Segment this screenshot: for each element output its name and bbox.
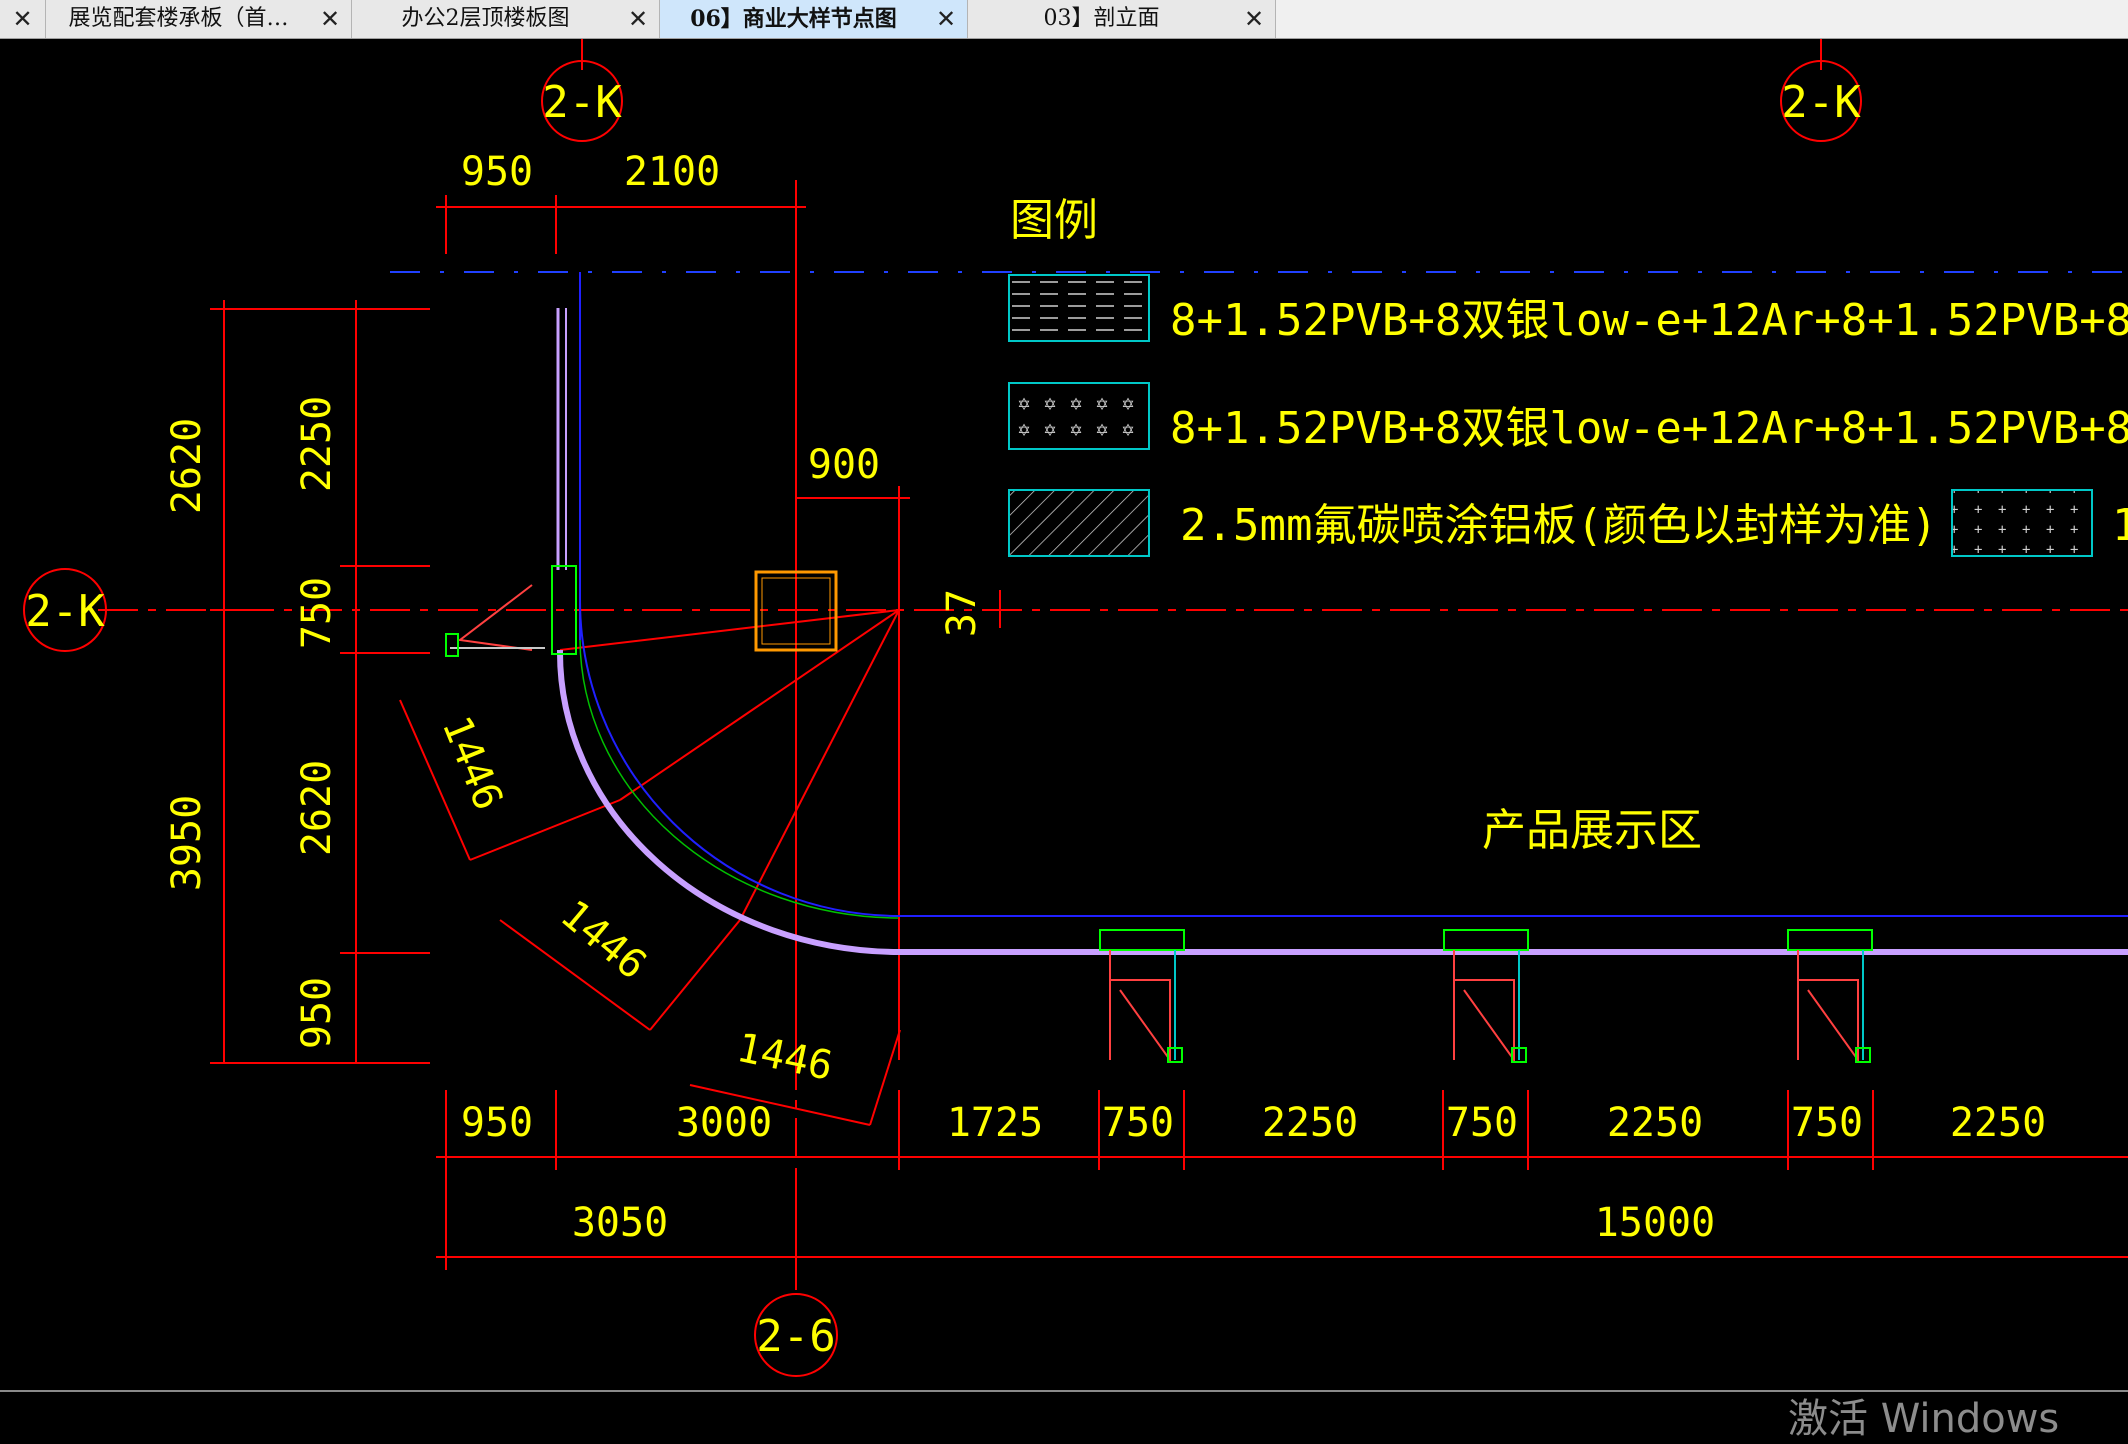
dim-text: 3000 bbox=[676, 1100, 772, 1146]
windows-activation-watermark: 激活 Windows bbox=[1788, 1396, 2060, 1442]
legend-item-3: 2.5mm氟碳喷涂铝板(颜色以封样为准) bbox=[1180, 500, 1937, 551]
legend-swatch-2 bbox=[1008, 382, 1150, 450]
tab-drawing-3[interactable]: 06】商业大样节点图 ✕ bbox=[660, 0, 968, 38]
bracket-3 bbox=[1787, 929, 1873, 1064]
bracket-2 bbox=[1443, 929, 1529, 1064]
dim-text: 1446 bbox=[733, 1025, 837, 1090]
dim-text: 900 bbox=[808, 442, 880, 488]
cad-drawing-canvas[interactable]: ✡ + 2-K 2-K 2-K 2-6 bbox=[0, 39, 2128, 1390]
dim-text: 2250 bbox=[1950, 1100, 2046, 1146]
dim-text: 1446 bbox=[552, 891, 655, 988]
legend-item-2: 8+1.52PVB+8双银low-e+12Ar+8+1.52PVB+8双夹层超白… bbox=[1170, 403, 2128, 454]
dim-text: 2620 bbox=[294, 760, 340, 856]
legend-swatch-1 bbox=[1008, 274, 1150, 342]
curtain-wall bbox=[556, 272, 2128, 955]
tab-drawing-2[interactable]: 办公2层顶楼板图 ✕ bbox=[352, 0, 660, 38]
tab-label: 03】剖立面 bbox=[1043, 6, 1160, 31]
area-label: 产品展示区 bbox=[1482, 805, 1702, 856]
dim-text: 1725 bbox=[947, 1100, 1043, 1146]
dim-text: 750 bbox=[294, 577, 340, 649]
legend-swatch-3 bbox=[1008, 489, 1150, 557]
close-icon[interactable]: ✕ bbox=[625, 0, 651, 38]
dim-text: 2100 bbox=[624, 149, 720, 195]
dim-text: 15000 bbox=[1595, 1200, 1715, 1246]
close-icon[interactable]: ✕ bbox=[1241, 0, 1267, 38]
axis-label: 2-K bbox=[25, 586, 105, 637]
legend-swatch-4 bbox=[1951, 489, 2093, 557]
axis-bubble-2k-top-left: 2-K bbox=[541, 60, 623, 142]
tab-drawing-1[interactable]: 展览配套楼承板（首… ✕ bbox=[46, 0, 352, 38]
axis-label: 2-K bbox=[1781, 77, 1861, 128]
tab-drawing-4[interactable]: 03】剖立面 ✕ bbox=[968, 0, 1276, 38]
axis-label: 2-6 bbox=[756, 1311, 835, 1362]
dim-text: 2620 bbox=[164, 418, 210, 514]
legend-item-1: 8+1.52PVB+8双银low-e+12Ar+8+1.52PVB+8双夹 bbox=[1170, 295, 2128, 346]
close-icon[interactable]: ✕ bbox=[317, 0, 343, 38]
dim-text: 37 bbox=[939, 589, 985, 637]
close-icon[interactable]: ✕ bbox=[933, 0, 959, 38]
dim-text: 750 bbox=[1791, 1100, 1863, 1146]
dim-text: 950 bbox=[461, 149, 533, 195]
dim-text: 3950 bbox=[164, 795, 210, 891]
dim-text: 950 bbox=[294, 977, 340, 1049]
tab-label: 展览配套楼承板（首… bbox=[68, 6, 289, 31]
bracket-1 bbox=[1099, 929, 1185, 1064]
axis-bubble-26-bottom: 2-6 bbox=[754, 1293, 838, 1377]
legend-item-4: 1 bbox=[2112, 500, 2128, 551]
axis-bubble-2k-top-right: 2-K bbox=[1780, 60, 1862, 142]
close-icon[interactable]: ✕ bbox=[0, 0, 46, 38]
dim-text: 3050 bbox=[572, 1200, 668, 1246]
drawing-tab-bar: ✕ 展览配套楼承板（首… ✕ 办公2层顶楼板图 ✕ 06】商业大样节点图 ✕ 0… bbox=[0, 0, 2128, 39]
dim-text: 2250 bbox=[294, 396, 340, 492]
legend: 图例 8+1.52PVB+8双银low-e+12Ar+8+1.52PVB+8双夹… bbox=[1008, 195, 2128, 557]
dim-text: 2250 bbox=[1607, 1100, 1703, 1146]
legend-title: 图例 bbox=[1010, 195, 1098, 246]
dim-text: 950 bbox=[461, 1100, 533, 1146]
dim-text: 750 bbox=[1102, 1100, 1174, 1146]
dim-text: 750 bbox=[1446, 1100, 1518, 1146]
axis-label: 2-K bbox=[542, 77, 622, 128]
tab-label: 办公2层顶楼板图 bbox=[401, 6, 570, 31]
dim-text: 2250 bbox=[1262, 1100, 1358, 1146]
axis-bubble-2k-left: 2-K bbox=[23, 568, 107, 652]
tab-label: 06】商业大样节点图 bbox=[690, 6, 897, 32]
